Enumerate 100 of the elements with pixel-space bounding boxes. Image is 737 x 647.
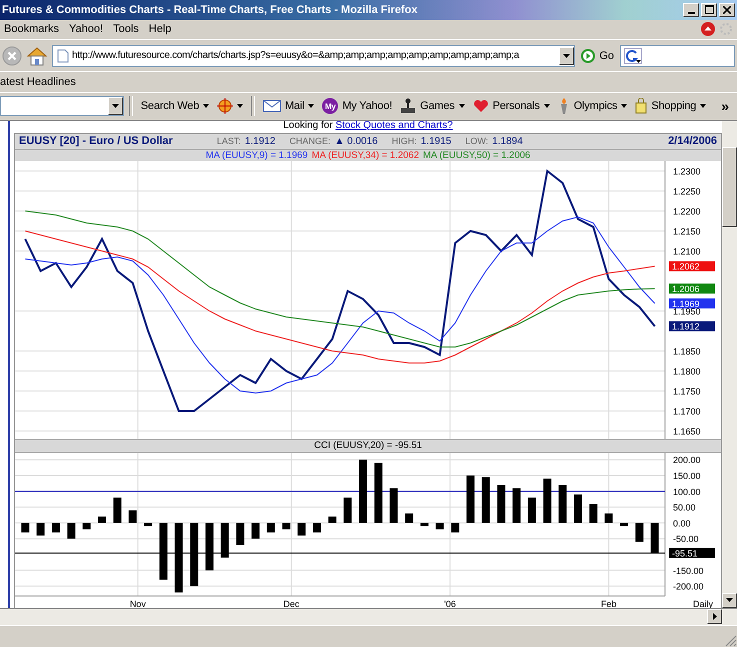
toolbar-button[interactable]: Personals [470, 99, 553, 114]
home-icon [26, 46, 48, 66]
cci-bar [128, 510, 137, 523]
cci-bar [574, 494, 582, 523]
price-badge: 1.2062 [669, 261, 715, 272]
close-icon [723, 6, 731, 14]
toolbar-button[interactable]: Shopping [632, 98, 710, 114]
stat-value: 1.1894 [492, 136, 523, 147]
shopping-bag-icon [635, 98, 648, 114]
stat-label: HIGH: [392, 136, 417, 147]
cci-bar [144, 522, 152, 526]
price-badge: 1.2006 [669, 284, 715, 294]
price-badge: 1.1969 [669, 298, 715, 309]
cci-bar [67, 522, 76, 539]
cci-bar [174, 522, 183, 592]
price-badge: 1.1912 [669, 321, 715, 332]
axis-tick-label: 1.1800 [673, 366, 701, 376]
cci-bar [589, 504, 598, 523]
axis-tick-label: Feb [600, 598, 616, 609]
legend-entry: MA (EUUSY,50) = 1.2006 [423, 150, 530, 161]
throbber-icon [719, 22, 733, 36]
legend-entry: MA (EUUSY,9) = 1.1969 [206, 150, 308, 161]
dropdown-button[interactable] [559, 46, 574, 65]
bookmark-item[interactable]: atest Headlines [0, 76, 76, 88]
teaser-text: Looking for [283, 120, 333, 131]
cci-bar [420, 522, 428, 526]
minimize-button[interactable] [683, 2, 699, 17]
search-field[interactable] [620, 44, 735, 67]
stat-label: LAST: [216, 136, 241, 147]
axis-tick-label: Dec [283, 598, 300, 609]
stat-value: 1.1912 [244, 136, 276, 147]
menu-item[interactable]: Yahoo! [69, 23, 110, 36]
update-alert-icon[interactable] [701, 22, 715, 36]
vertical-scrollbar[interactable] [722, 120, 737, 608]
cci-bar [98, 516, 106, 523]
minimize-icon [688, 12, 694, 14]
menu-item[interactable]: Tools [113, 23, 145, 36]
scroll-thumb[interactable] [722, 146, 737, 227]
axis-tick-label: 1.1950 [673, 306, 701, 316]
legend-entry: MA (EUUSY,34) = 1.2062 [312, 150, 419, 161]
axis-tick-label: 50.00 [673, 502, 696, 513]
toolbar-button[interactable]: Mail [260, 100, 318, 112]
window-title: Futures & Commodities Charts - Real-Time Charts, Free Charts - Mozilla Firefox [1, 4, 418, 16]
joystick-icon [400, 98, 416, 114]
cci-bar [359, 460, 368, 523]
envelope-icon [262, 100, 281, 112]
maximize-button[interactable] [701, 2, 717, 17]
quotes-link[interactable]: Stock Quotes and Charts? [335, 120, 453, 131]
axis-tick-label: 1.2200 [673, 206, 701, 216]
horizontal-scrollbar[interactable] [0, 608, 737, 625]
axis-tick-label: 1.2300 [673, 166, 701, 176]
cci-bar [482, 477, 490, 523]
maximize-icon [704, 5, 714, 14]
cci-bar [604, 513, 613, 523]
chart-date: 2/14/2006 [668, 135, 717, 148]
axis-tick-label: 200.00 [673, 455, 701, 466]
more-button[interactable]: » [713, 98, 737, 114]
axis-tick-label: 1.2250 [673, 186, 701, 196]
stop-icon [2, 46, 22, 66]
toolbar-button[interactable]: My My Yahoo! [319, 98, 396, 114]
cci-bar [220, 522, 229, 558]
cci-bar [298, 522, 306, 536]
stat-label: LOW: [465, 136, 488, 147]
close-button[interactable] [719, 2, 735, 17]
axis-tick-label: 0.00 [673, 518, 691, 528]
scroll-right-button[interactable] [707, 608, 722, 624]
cci-bar [36, 522, 45, 536]
menu-item[interactable]: Bookmarks [4, 23, 66, 36]
scroll-down-button[interactable] [722, 592, 737, 608]
cci-badge: -95.51 [669, 548, 715, 558]
symbol-title: EUUSY [20] - Euro / US Dollar [19, 135, 173, 148]
toolbar-button[interactable]: Olympics [554, 98, 630, 114]
my-yahoo-icon: My [322, 98, 338, 114]
stop-button[interactable] [2, 46, 22, 66]
address-field[interactable]: http://www.futuresource.com/charts/charts.jsp?s=euusy&o=&amp;amp;amp;amp;amp;amp;amp;amp;amp;a [52, 44, 576, 67]
heart-icon [472, 99, 489, 114]
cci-bar [236, 522, 244, 546]
axis-tick-label: 1.1700 [673, 406, 701, 416]
toolbar-button[interactable]: Search Web [138, 100, 212, 112]
cci-bar [159, 522, 168, 580]
cci-bar [113, 498, 122, 523]
axis-tick-label: 1.2100 [673, 246, 701, 256]
go-button[interactable]: Go [579, 48, 616, 63]
axis-tick-label: -150.00 [673, 566, 704, 576]
caret-icon [112, 104, 119, 108]
cci-bar [528, 498, 536, 523]
cci-bar [190, 522, 198, 586]
toolbar-button[interactable]: Games [397, 98, 468, 114]
search-combo-field[interactable] [0, 96, 124, 116]
resize-grip-icon[interactable] [725, 635, 737, 647]
menu-item[interactable]: Help [148, 23, 178, 36]
cci-title: CCI (EUUSY,20) = -95.51 [314, 440, 422, 451]
cci-bar [512, 488, 521, 523]
stat-value: ▲ 0.0016 [334, 136, 378, 147]
axis-tick-label: 150.00 [673, 471, 701, 482]
stat-value: 1.1915 [420, 136, 452, 147]
dropdown-button[interactable] [108, 97, 123, 116]
search-engine-icon[interactable] [624, 48, 642, 64]
home-button[interactable] [26, 46, 48, 66]
period-label: Daily [692, 598, 713, 609]
